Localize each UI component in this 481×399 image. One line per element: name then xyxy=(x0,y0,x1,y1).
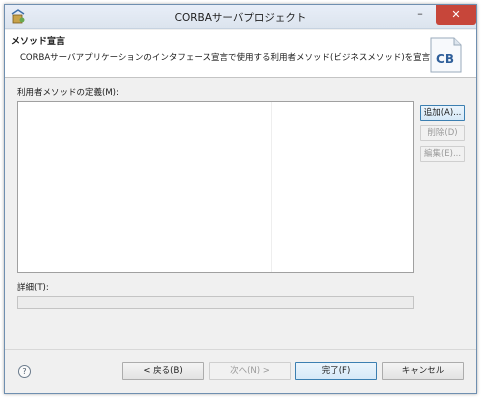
close-button[interactable]: ✕ xyxy=(436,5,476,25)
close-icon: ✕ xyxy=(451,8,461,21)
edit-method-button[interactable]: 編集(E)... xyxy=(420,146,465,162)
next-button[interactable]: 次へ(N) > xyxy=(209,362,291,380)
add-method-button[interactable]: 追加(A)... xyxy=(420,105,465,121)
page-title: メソッド宣言 xyxy=(11,37,66,47)
back-button[interactable]: < 戻る(B) xyxy=(122,362,204,380)
details-field xyxy=(17,296,414,309)
title-bar: CORBAサーバプロジェクト – ✕ xyxy=(5,5,476,29)
window-title: CORBAサーバプロジェクト xyxy=(174,12,307,24)
help-icon[interactable]: ? xyxy=(18,365,31,378)
finish-button[interactable]: 完了(F) xyxy=(295,362,377,380)
footer-divider xyxy=(5,349,476,350)
wizard-window: CORBAサーバプロジェクト – ✕ メソッド宣言 CORBAサーバアプリケーシ… xyxy=(4,4,477,394)
details-label: 詳細(T): xyxy=(17,283,49,293)
column-separator xyxy=(271,102,272,272)
corba-logo-icon: CB xyxy=(430,37,462,73)
cancel-button[interactable]: キャンセル xyxy=(382,362,464,380)
minimize-button[interactable]: – xyxy=(409,5,431,25)
remove-method-button[interactable]: 削除(D) xyxy=(420,125,465,141)
wizard-banner: メソッド宣言 CORBAサーバアプリケーションのインタフェース宣言で使用する利用… xyxy=(5,30,476,78)
logo-text: CB xyxy=(436,52,454,66)
page-description: CORBAサーバアプリケーションのインタフェース宣言で使用する利用者メソッド(ビ… xyxy=(20,53,464,63)
minimize-icon: – xyxy=(417,7,423,20)
methods-label: 利用者メソッドの定義(M): xyxy=(17,88,119,98)
methods-table[interactable] xyxy=(17,101,414,273)
